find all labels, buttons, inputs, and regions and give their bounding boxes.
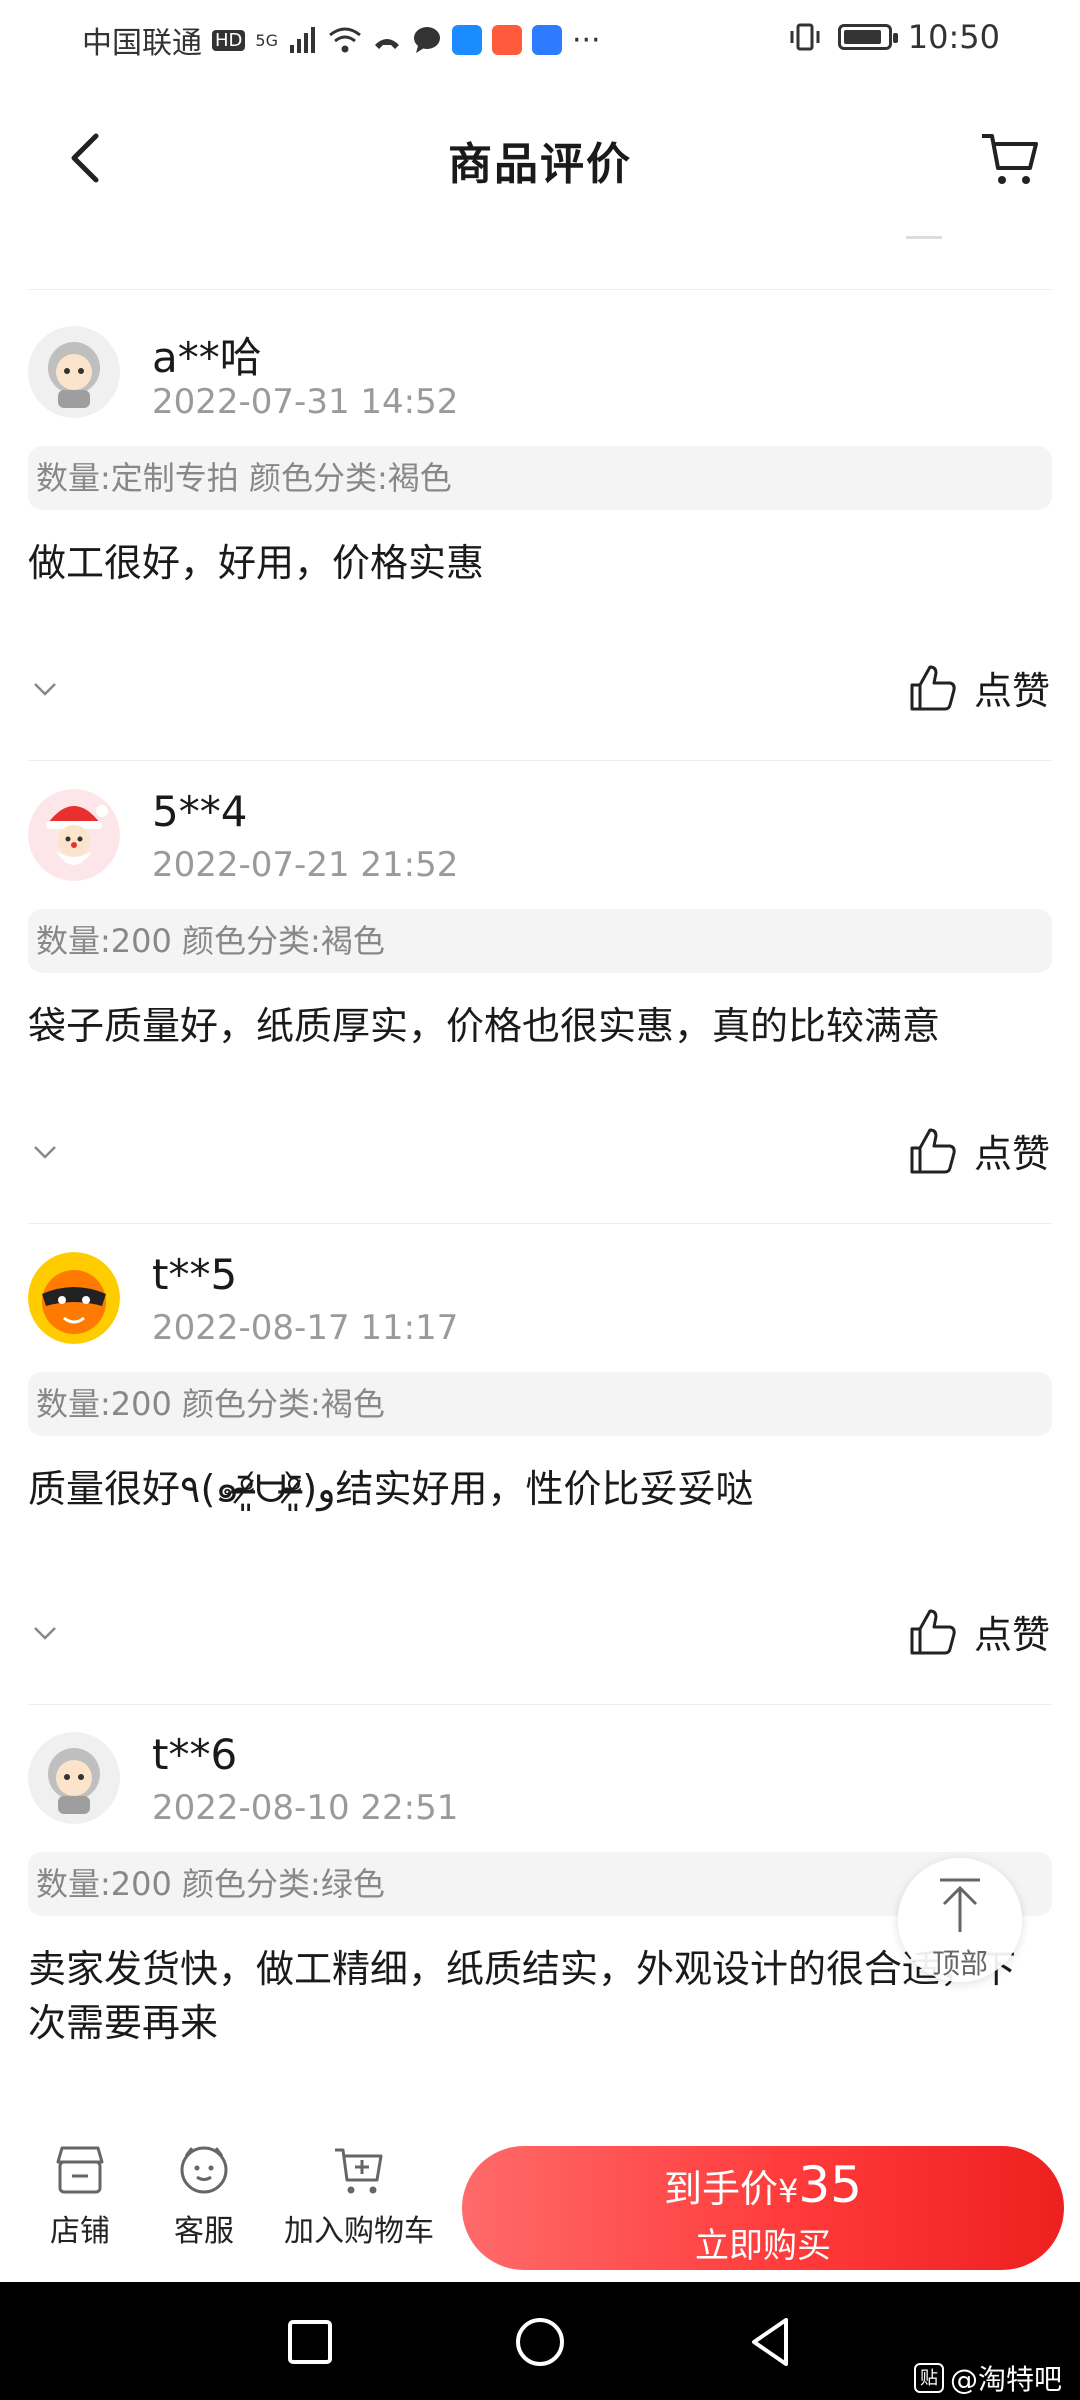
back-to-top-button[interactable]: 顶部 bbox=[898, 1858, 1022, 1982]
status-bar: 中国联通 HD 5G ··· 10:50 bbox=[0, 0, 1080, 74]
santa-avatar bbox=[28, 789, 120, 881]
review-username: t**6 bbox=[152, 1730, 238, 1779]
more-notifications: ··· bbox=[571, 22, 601, 58]
bottom-action-bar: 店铺 客服 加入购物车 到手价¥35 立即购买 bbox=[0, 2128, 1080, 2280]
recents-square-icon[interactable] bbox=[280, 2312, 340, 2372]
back-triangle-icon[interactable] bbox=[740, 2312, 800, 2372]
user-avatar bbox=[28, 326, 120, 418]
review-username: 5**4 bbox=[152, 787, 248, 836]
cart-button[interactable] bbox=[978, 126, 1042, 190]
expand-chevron-icon[interactable] bbox=[30, 674, 60, 704]
price-prefix: 到手价 bbox=[664, 2167, 779, 2211]
thumbs-up-icon bbox=[910, 1609, 956, 1654]
watermark-badge: 贴 bbox=[913, 2363, 944, 2393]
customer-service-button[interactable]: 客服 bbox=[164, 2142, 244, 2250]
back-to-top-label: 顶部 bbox=[931, 1947, 988, 1980]
divider bbox=[28, 1704, 1052, 1705]
review-spec: 数量:200 颜色分类:褐色 bbox=[28, 909, 1052, 973]
orange-mascot-avatar bbox=[28, 1252, 120, 1344]
review-spec: 数量:定制专拍 颜色分类:褐色 bbox=[28, 446, 1052, 510]
add-cart-icon bbox=[335, 2148, 383, 2194]
like-label: 点赞 bbox=[973, 1132, 1050, 1176]
user-avatar bbox=[28, 1252, 120, 1344]
shop-icon bbox=[56, 2146, 104, 2194]
taobao-notification-icon bbox=[491, 25, 522, 55]
divider bbox=[28, 289, 1052, 290]
expand-chevron-icon[interactable] bbox=[30, 1618, 60, 1648]
gray-robot-avatar bbox=[28, 326, 120, 418]
nav-bar: 商品评价 bbox=[0, 100, 1080, 220]
buy-now-button[interactable]: 到手价¥35 立即购买 bbox=[462, 2146, 1064, 2270]
battery-icon bbox=[837, 24, 898, 50]
gray-robot-avatar bbox=[28, 1732, 120, 1824]
thumbs-up-icon bbox=[910, 1128, 956, 1173]
watermark-text: @淘特吧 bbox=[949, 2363, 1062, 2396]
signal-icon bbox=[289, 27, 315, 53]
review-date: 2022-07-21 21:52 bbox=[152, 845, 459, 885]
customer-service-label: 客服 bbox=[174, 2214, 234, 2249]
review-text: 袋子质量好，纸质厚实，价格也很实惠，真的比较满意 bbox=[28, 1004, 941, 1048]
review-text: 质量很好٩(๑ᵒ̴̶̷͈᷄ᗨᵒ̴̶̷͈᷅)و结实好用，性价比妥妥哒 bbox=[28, 1467, 754, 1511]
clock: 10:50 bbox=[907, 18, 1000, 56]
system-nav-bar: 贴 @淘特吧 bbox=[0, 2282, 1080, 2400]
hd-badge: HD bbox=[212, 29, 246, 51]
page-title: 商品评价 bbox=[448, 139, 632, 190]
buy-price: 到手价¥35 bbox=[462, 2156, 1064, 2214]
expand-chevron-icon[interactable] bbox=[30, 1137, 60, 1167]
review-date: 2022-08-17 11:17 bbox=[152, 1308, 459, 1348]
shop-button[interactable]: 店铺 bbox=[40, 2142, 120, 2250]
thumbs-up-icon bbox=[910, 665, 956, 710]
bulb-notification-icon bbox=[531, 25, 562, 55]
divider bbox=[28, 1223, 1052, 1224]
review-username: a**哈 bbox=[152, 333, 262, 382]
customer-service-icon bbox=[180, 2146, 228, 2194]
watermark: 贴 @淘特吧 bbox=[913, 2358, 1062, 2398]
arrow-up-icon bbox=[940, 1878, 980, 1932]
signal-label: 5G bbox=[255, 30, 278, 50]
review-text: 做工很好，好用，价格实惠 bbox=[28, 541, 485, 585]
like-button[interactable]: 点赞 bbox=[908, 1123, 1050, 1178]
carrier-label: 中国联通 bbox=[82, 26, 202, 61]
price-value: 35 bbox=[798, 2156, 862, 2214]
like-label: 点赞 bbox=[973, 669, 1050, 713]
review-username: t**5 bbox=[152, 1250, 238, 1299]
message-icon bbox=[413, 27, 440, 53]
missed-call-icon bbox=[374, 39, 399, 49]
vibrate-icon bbox=[790, 23, 820, 51]
buy-now-label: 立即购买 bbox=[695, 2226, 831, 2266]
cart-icon bbox=[982, 134, 1038, 184]
review-spec: 数量:200 颜色分类:褐色 bbox=[28, 1372, 1052, 1436]
like-button[interactable]: 点赞 bbox=[908, 660, 1050, 715]
shop-label: 店铺 bbox=[50, 2214, 110, 2249]
add-cart-label: 加入购物车 bbox=[284, 2214, 434, 2249]
clipped-content-mark bbox=[906, 236, 942, 239]
like-label: 点赞 bbox=[973, 1613, 1050, 1657]
review-date: 2022-08-10 22:51 bbox=[152, 1788, 459, 1828]
divider bbox=[28, 760, 1052, 761]
price-currency: ¥ bbox=[778, 2172, 799, 2210]
user-avatar bbox=[28, 789, 120, 881]
home-circle-icon[interactable] bbox=[510, 2312, 570, 2372]
review-date: 2022-07-31 14:52 bbox=[152, 382, 459, 422]
user-avatar bbox=[28, 1732, 120, 1824]
like-button[interactable]: 点赞 bbox=[908, 1604, 1050, 1659]
app-notification-icon bbox=[451, 25, 482, 55]
review-text: 卖家发货快，做工精细，纸质结实，外观设计的很合适，下次需要再来 bbox=[28, 1947, 1017, 2045]
wifi-icon bbox=[329, 27, 361, 53]
add-to-cart-button[interactable]: 加入购物车 bbox=[284, 2142, 434, 2250]
